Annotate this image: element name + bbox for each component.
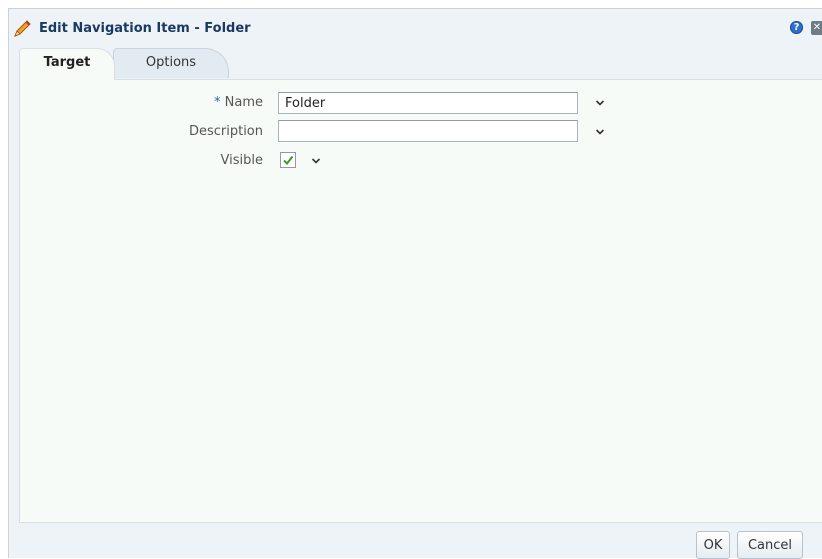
- description-input[interactable]: [278, 120, 578, 142]
- dialog-titlebar: Edit Navigation Item - Folder ? ✕: [9, 9, 822, 47]
- name-input[interactable]: [278, 92, 578, 114]
- help-icon[interactable]: ?: [790, 21, 803, 34]
- cancel-button[interactable]: Cancel: [737, 531, 803, 559]
- name-chevron-down-icon[interactable]: [594, 97, 606, 109]
- edit-navigation-dialog: Edit Navigation Item - Folder ? ✕ Target…: [8, 8, 822, 559]
- pencil-icon: [13, 20, 33, 38]
- tab-bar: Target Options: [19, 46, 819, 80]
- tab-options[interactable]: Options: [113, 48, 229, 78]
- dialog-footer: OK Cancel: [9, 523, 822, 559]
- visible-label: Visible: [220, 153, 263, 168]
- required-mark: *: [214, 95, 221, 110]
- tab-target[interactable]: Target: [19, 48, 115, 80]
- description-label: Description: [188, 124, 263, 139]
- close-icon[interactable]: ✕: [811, 21, 822, 35]
- name-label-text: Name: [224, 95, 263, 110]
- name-label: * Name: [214, 95, 263, 110]
- description-chevron-down-icon[interactable]: [594, 126, 606, 138]
- ok-button[interactable]: OK: [696, 531, 730, 559]
- check-icon: [283, 155, 294, 166]
- visible-checkbox[interactable]: [280, 152, 296, 168]
- dialog-title: Edit Navigation Item - Folder: [39, 21, 251, 36]
- visible-chevron-down-icon[interactable]: [310, 155, 322, 167]
- target-panel: * Name Description Visible: [19, 79, 822, 523]
